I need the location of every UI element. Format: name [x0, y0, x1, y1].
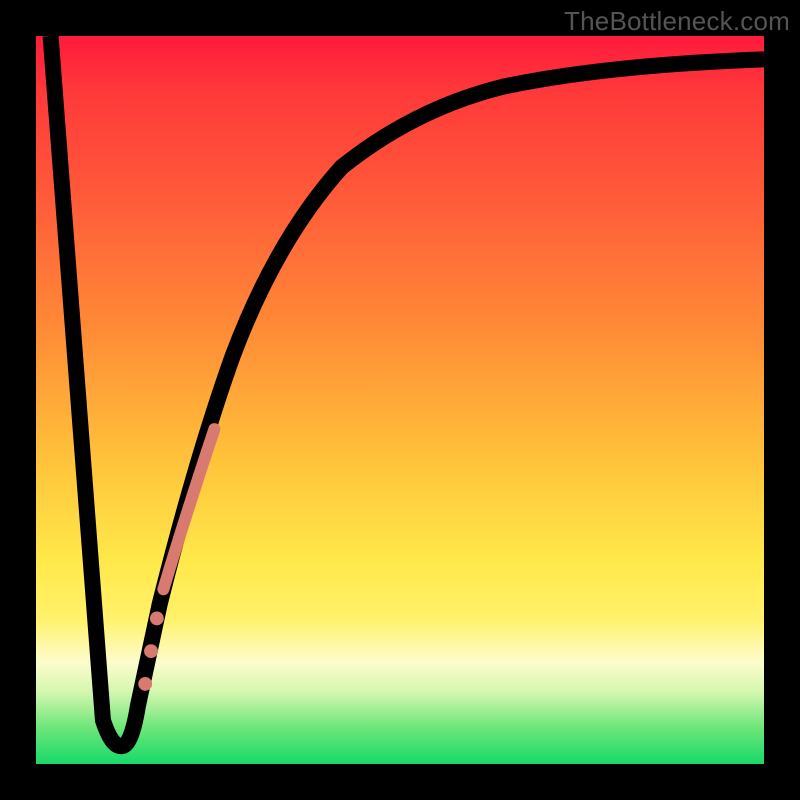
highlight-dot	[144, 644, 158, 658]
curve-layer	[36, 36, 764, 764]
highlight-dot	[138, 677, 152, 691]
watermark-text: TheBottleneck.com	[564, 6, 790, 37]
chart-frame: TheBottleneck.com	[0, 0, 800, 800]
bottleneck-curve	[51, 36, 764, 746]
plot-area	[36, 36, 764, 764]
highlight-dot	[150, 611, 164, 625]
highlight-segment	[163, 429, 214, 589]
